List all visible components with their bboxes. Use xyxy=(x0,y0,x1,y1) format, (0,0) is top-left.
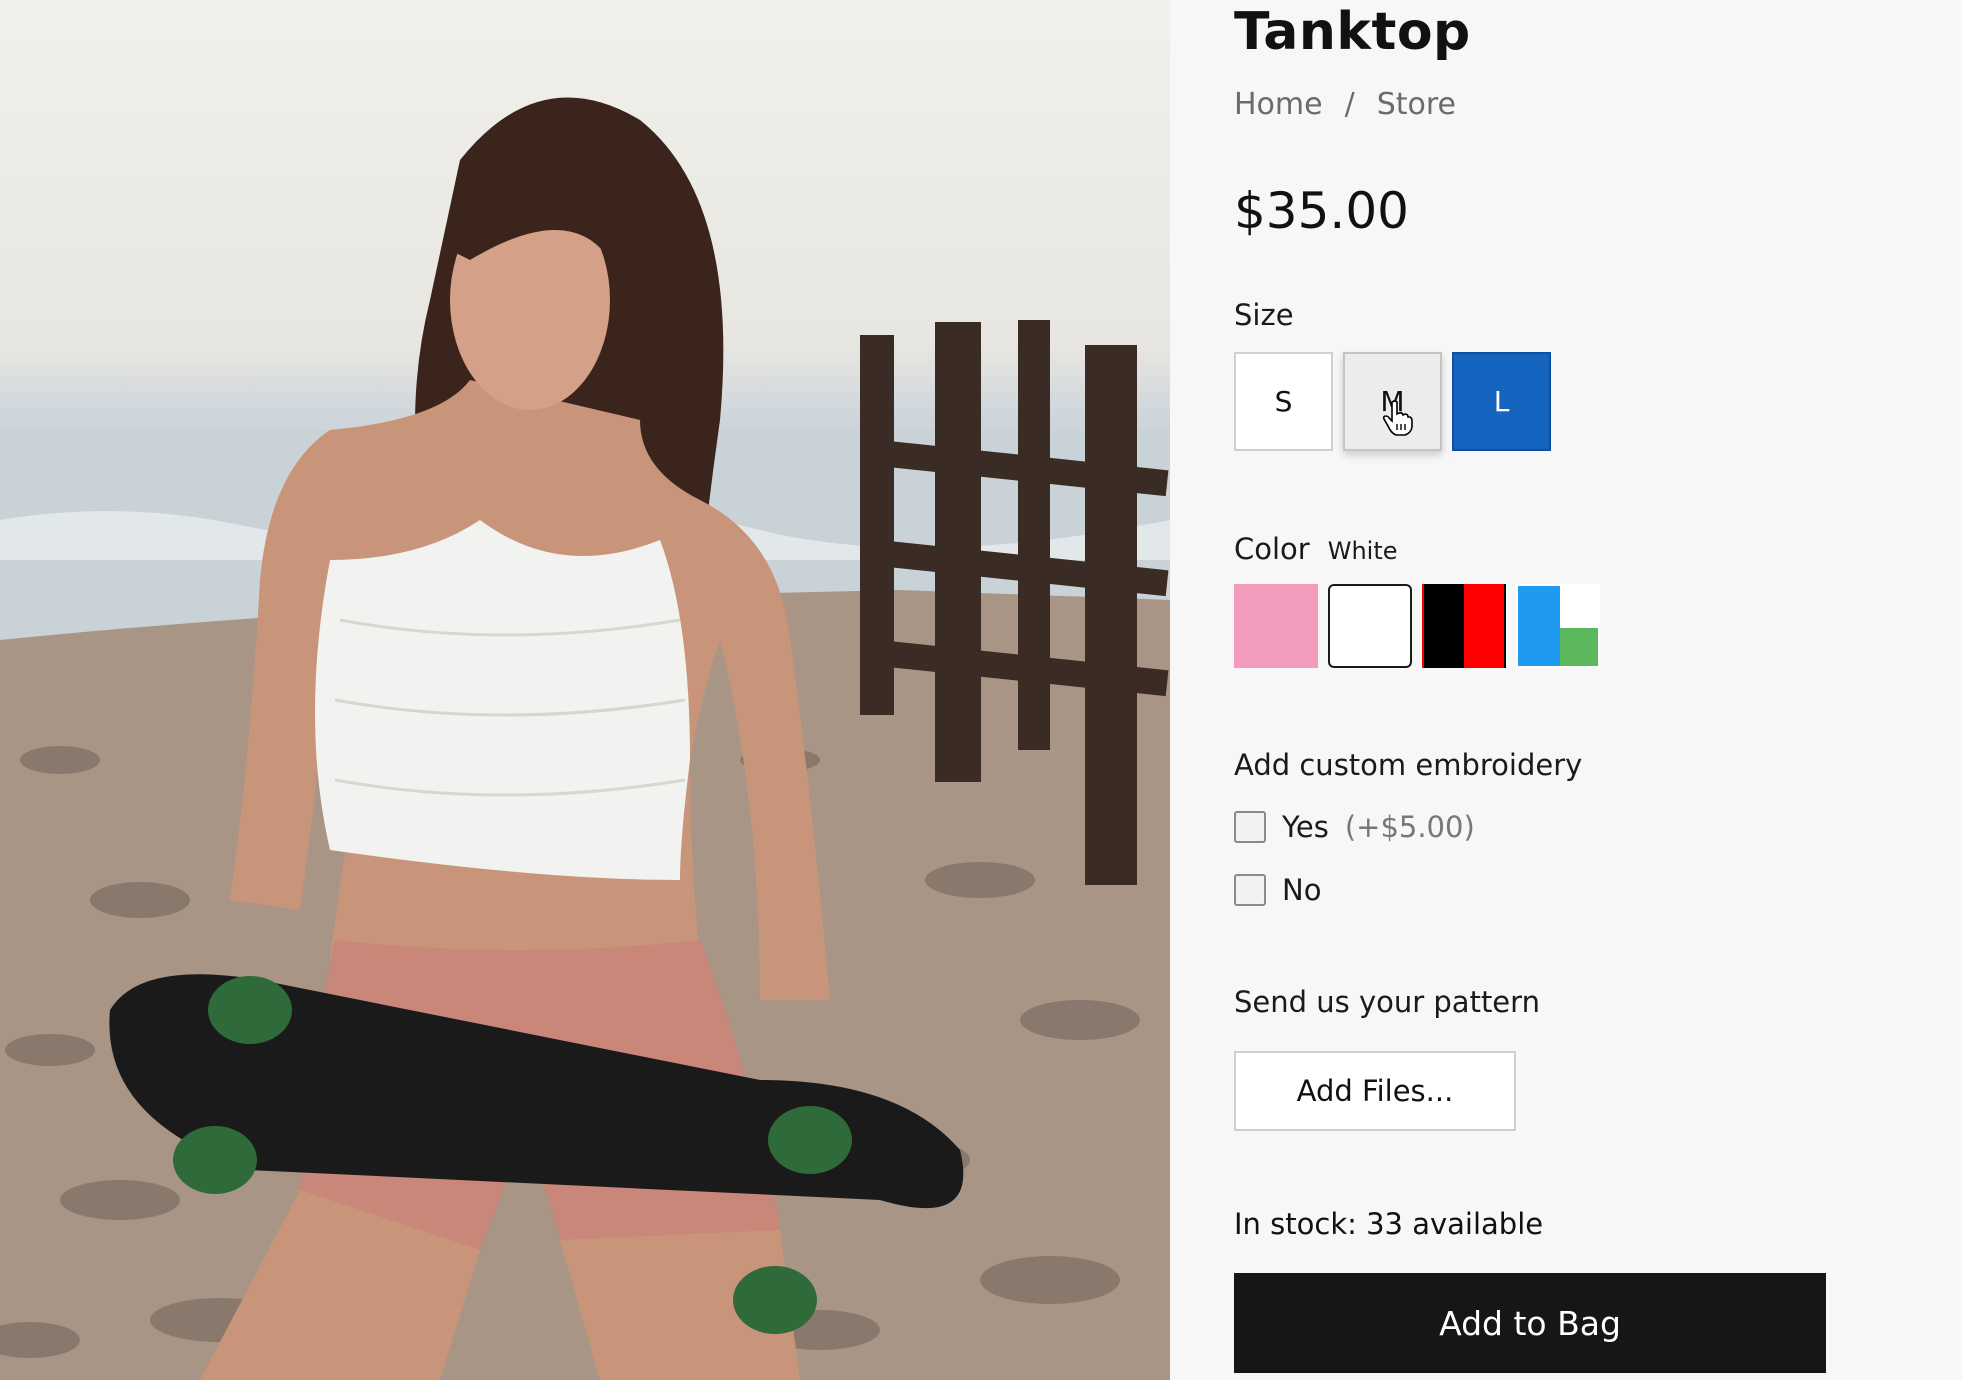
size-option-m[interactable]: M xyxy=(1343,352,1442,451)
swatch-blue-segment xyxy=(1518,586,1560,666)
product-price: $35.00 xyxy=(1234,182,1409,240)
stock-status: In stock: 33 available xyxy=(1234,1207,1544,1241)
hand-pointer-cursor-icon xyxy=(1383,400,1413,436)
product-details: Tanktop Home / Store $35.00 Size S M L C… xyxy=(1234,0,1934,1380)
breadcrumb-home-link[interactable]: Home xyxy=(1234,87,1323,122)
embroidery-no-label: No xyxy=(1282,873,1322,907)
size-option-s[interactable]: S xyxy=(1234,352,1333,451)
embroidery-yes-label: Yes xyxy=(1282,810,1329,844)
add-files-button[interactable]: Add Files... xyxy=(1234,1051,1516,1131)
color-swatch-pink[interactable] xyxy=(1234,584,1318,668)
color-selector xyxy=(1234,584,1600,668)
pattern-label: Send us your pattern xyxy=(1234,985,1540,1019)
swatch-green-segment xyxy=(1560,628,1598,666)
product-image xyxy=(0,0,1170,1380)
size-label: Size xyxy=(1234,298,1294,332)
embroidery-option-no[interactable]: No xyxy=(1234,873,1321,907)
size-option-l[interactable]: L xyxy=(1452,352,1551,451)
color-label-row: Color White xyxy=(1234,532,1398,566)
breadcrumb-store-link[interactable]: Store xyxy=(1377,87,1456,122)
embroidery-yes-checkbox[interactable] xyxy=(1234,811,1266,843)
color-swatch-white[interactable] xyxy=(1328,584,1412,668)
embroidery-no-checkbox[interactable] xyxy=(1234,874,1266,906)
product-title: Tanktop xyxy=(1234,2,1471,62)
breadcrumb: Home / Store xyxy=(1234,87,1456,122)
product-page: Tanktop Home / Store $35.00 Size S M L C… xyxy=(0,0,1962,1380)
add-to-bag-button[interactable]: Add to Bag xyxy=(1234,1273,1826,1373)
embroidery-yes-price: (+$5.00) xyxy=(1344,810,1475,844)
selected-color-name: White xyxy=(1327,537,1398,565)
color-label: Color xyxy=(1234,532,1310,566)
color-swatch-black-red[interactable] xyxy=(1422,584,1506,668)
size-selector: S M L xyxy=(1234,352,1551,451)
color-swatch-blue-white-green[interactable] xyxy=(1516,584,1600,668)
embroidery-option-yes[interactable]: Yes (+$5.00) xyxy=(1234,810,1475,844)
embroidery-label: Add custom embroidery xyxy=(1234,748,1583,782)
product-photo-illustration xyxy=(0,97,1170,1380)
breadcrumb-separator: / xyxy=(1344,87,1355,122)
